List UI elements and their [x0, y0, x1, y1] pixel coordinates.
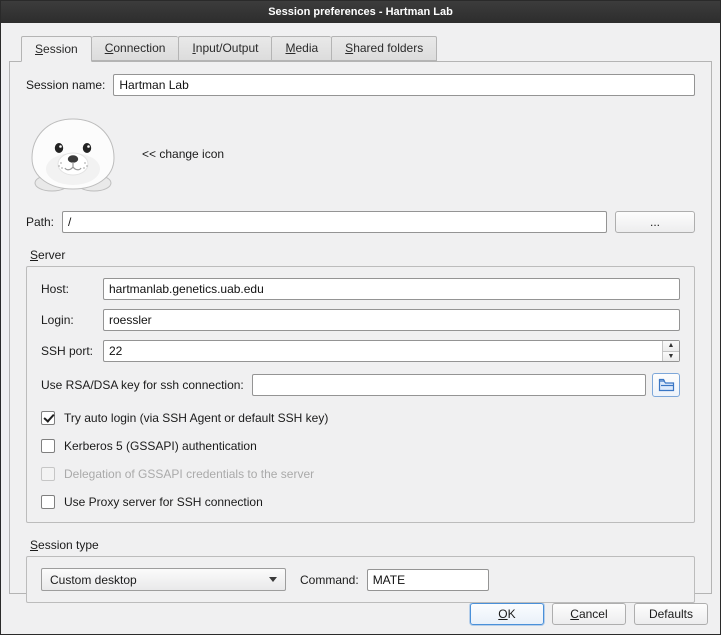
session-name-input[interactable] [113, 74, 695, 96]
ssh-port-spinbox: ▲ ▼ [103, 340, 680, 362]
tab-input-output[interactable]: Input/Output [178, 36, 271, 61]
spin-down-icon[interactable]: ▼ [663, 352, 679, 362]
chevron-down-icon [269, 577, 277, 582]
rsa-key-row: Use RSA/DSA key for ssh connection: [41, 373, 680, 397]
host-label: Host: [41, 282, 103, 296]
ssh-port-row: SSH port: ▲ ▼ [41, 340, 680, 362]
session-name-label: Session name: [26, 78, 105, 92]
path-browse-button[interactable]: ... [615, 211, 695, 233]
tab-session[interactable]: Session [21, 36, 92, 62]
rsa-key-browse-button[interactable] [652, 373, 680, 397]
gssapi-delegation-label: Delegation of GSSAPI credentials to the … [64, 467, 314, 481]
defaults-button[interactable]: Defaults [634, 603, 708, 625]
cancel-button[interactable]: Cancel [552, 603, 626, 625]
tab-bar: Session Connection Input/Output Media Sh… [21, 36, 712, 61]
window-title: Session preferences - Hartman Lab [268, 6, 453, 18]
command-label: Command: [300, 573, 359, 587]
dialog-content: Session Connection Input/Output Media Sh… [1, 23, 720, 594]
session-name-row: Session name: [26, 74, 695, 96]
seal-mascot-icon[interactable] [28, 115, 118, 193]
ssh-port-label: SSH port: [41, 344, 103, 358]
spin-up-icon[interactable]: ▲ [663, 341, 679, 352]
session-type-dropdown[interactable]: Custom desktop [41, 568, 286, 591]
server-groupbox: Host: Login: SSH port: ▲ ▼ [26, 266, 695, 523]
path-row: Path: ... [26, 211, 695, 233]
tab-media[interactable]: Media [271, 36, 331, 61]
folder-open-icon [658, 378, 675, 392]
tab-connection[interactable]: Connection [92, 36, 179, 61]
session-tab-panel: Session name: [9, 61, 712, 594]
host-input[interactable] [103, 278, 680, 300]
auto-login-row: Try auto login (via SSH Agent or default… [41, 410, 680, 426]
gssapi-delegation-checkbox [41, 467, 55, 481]
proxy-row: Use Proxy server for SSH connection [41, 494, 680, 510]
login-input[interactable] [103, 309, 680, 331]
login-row: Login: [41, 309, 680, 331]
login-label: Login: [41, 313, 103, 327]
change-icon-hint[interactable]: << change icon [142, 147, 224, 161]
titlebar[interactable]: Session preferences - Hartman Lab [1, 1, 720, 23]
ok-button[interactable]: OK [470, 603, 544, 625]
command-input[interactable] [367, 569, 489, 591]
gssapi-delegation-row: Delegation of GSSAPI credentials to the … [41, 466, 680, 482]
dialog-button-row: OK Cancel Defaults [470, 603, 708, 625]
rsa-key-input[interactable] [252, 374, 646, 396]
session-type-value: Custom desktop [50, 573, 263, 587]
session-type-groupbox: Custom desktop Command: [26, 556, 695, 603]
session-icon-row: << change icon [26, 114, 695, 194]
ssh-port-input[interactable] [103, 340, 680, 362]
proxy-checkbox[interactable] [41, 495, 55, 509]
auto-login-label: Try auto login (via SSH Agent or default… [64, 411, 328, 425]
session-preferences-dialog: Session preferences - Hartman Lab Sessio… [0, 0, 721, 635]
rsa-key-label: Use RSA/DSA key for ssh connection: [41, 378, 244, 392]
path-input[interactable] [62, 211, 607, 233]
proxy-label: Use Proxy server for SSH connection [64, 495, 263, 509]
session-type-group-title: Session type [30, 538, 99, 552]
tab-shared-folders[interactable]: Shared folders [331, 36, 437, 61]
server-group-title: Server [30, 248, 65, 262]
kerberos-checkbox[interactable] [41, 439, 55, 453]
ssh-port-stepper: ▲ ▼ [662, 341, 679, 361]
kerberos-label: Kerberos 5 (GSSAPI) authentication [64, 439, 257, 453]
auto-login-checkbox[interactable] [41, 411, 55, 425]
host-row: Host: [41, 278, 680, 300]
kerberos-row: Kerberos 5 (GSSAPI) authentication [41, 438, 680, 454]
path-label: Path: [26, 215, 54, 229]
